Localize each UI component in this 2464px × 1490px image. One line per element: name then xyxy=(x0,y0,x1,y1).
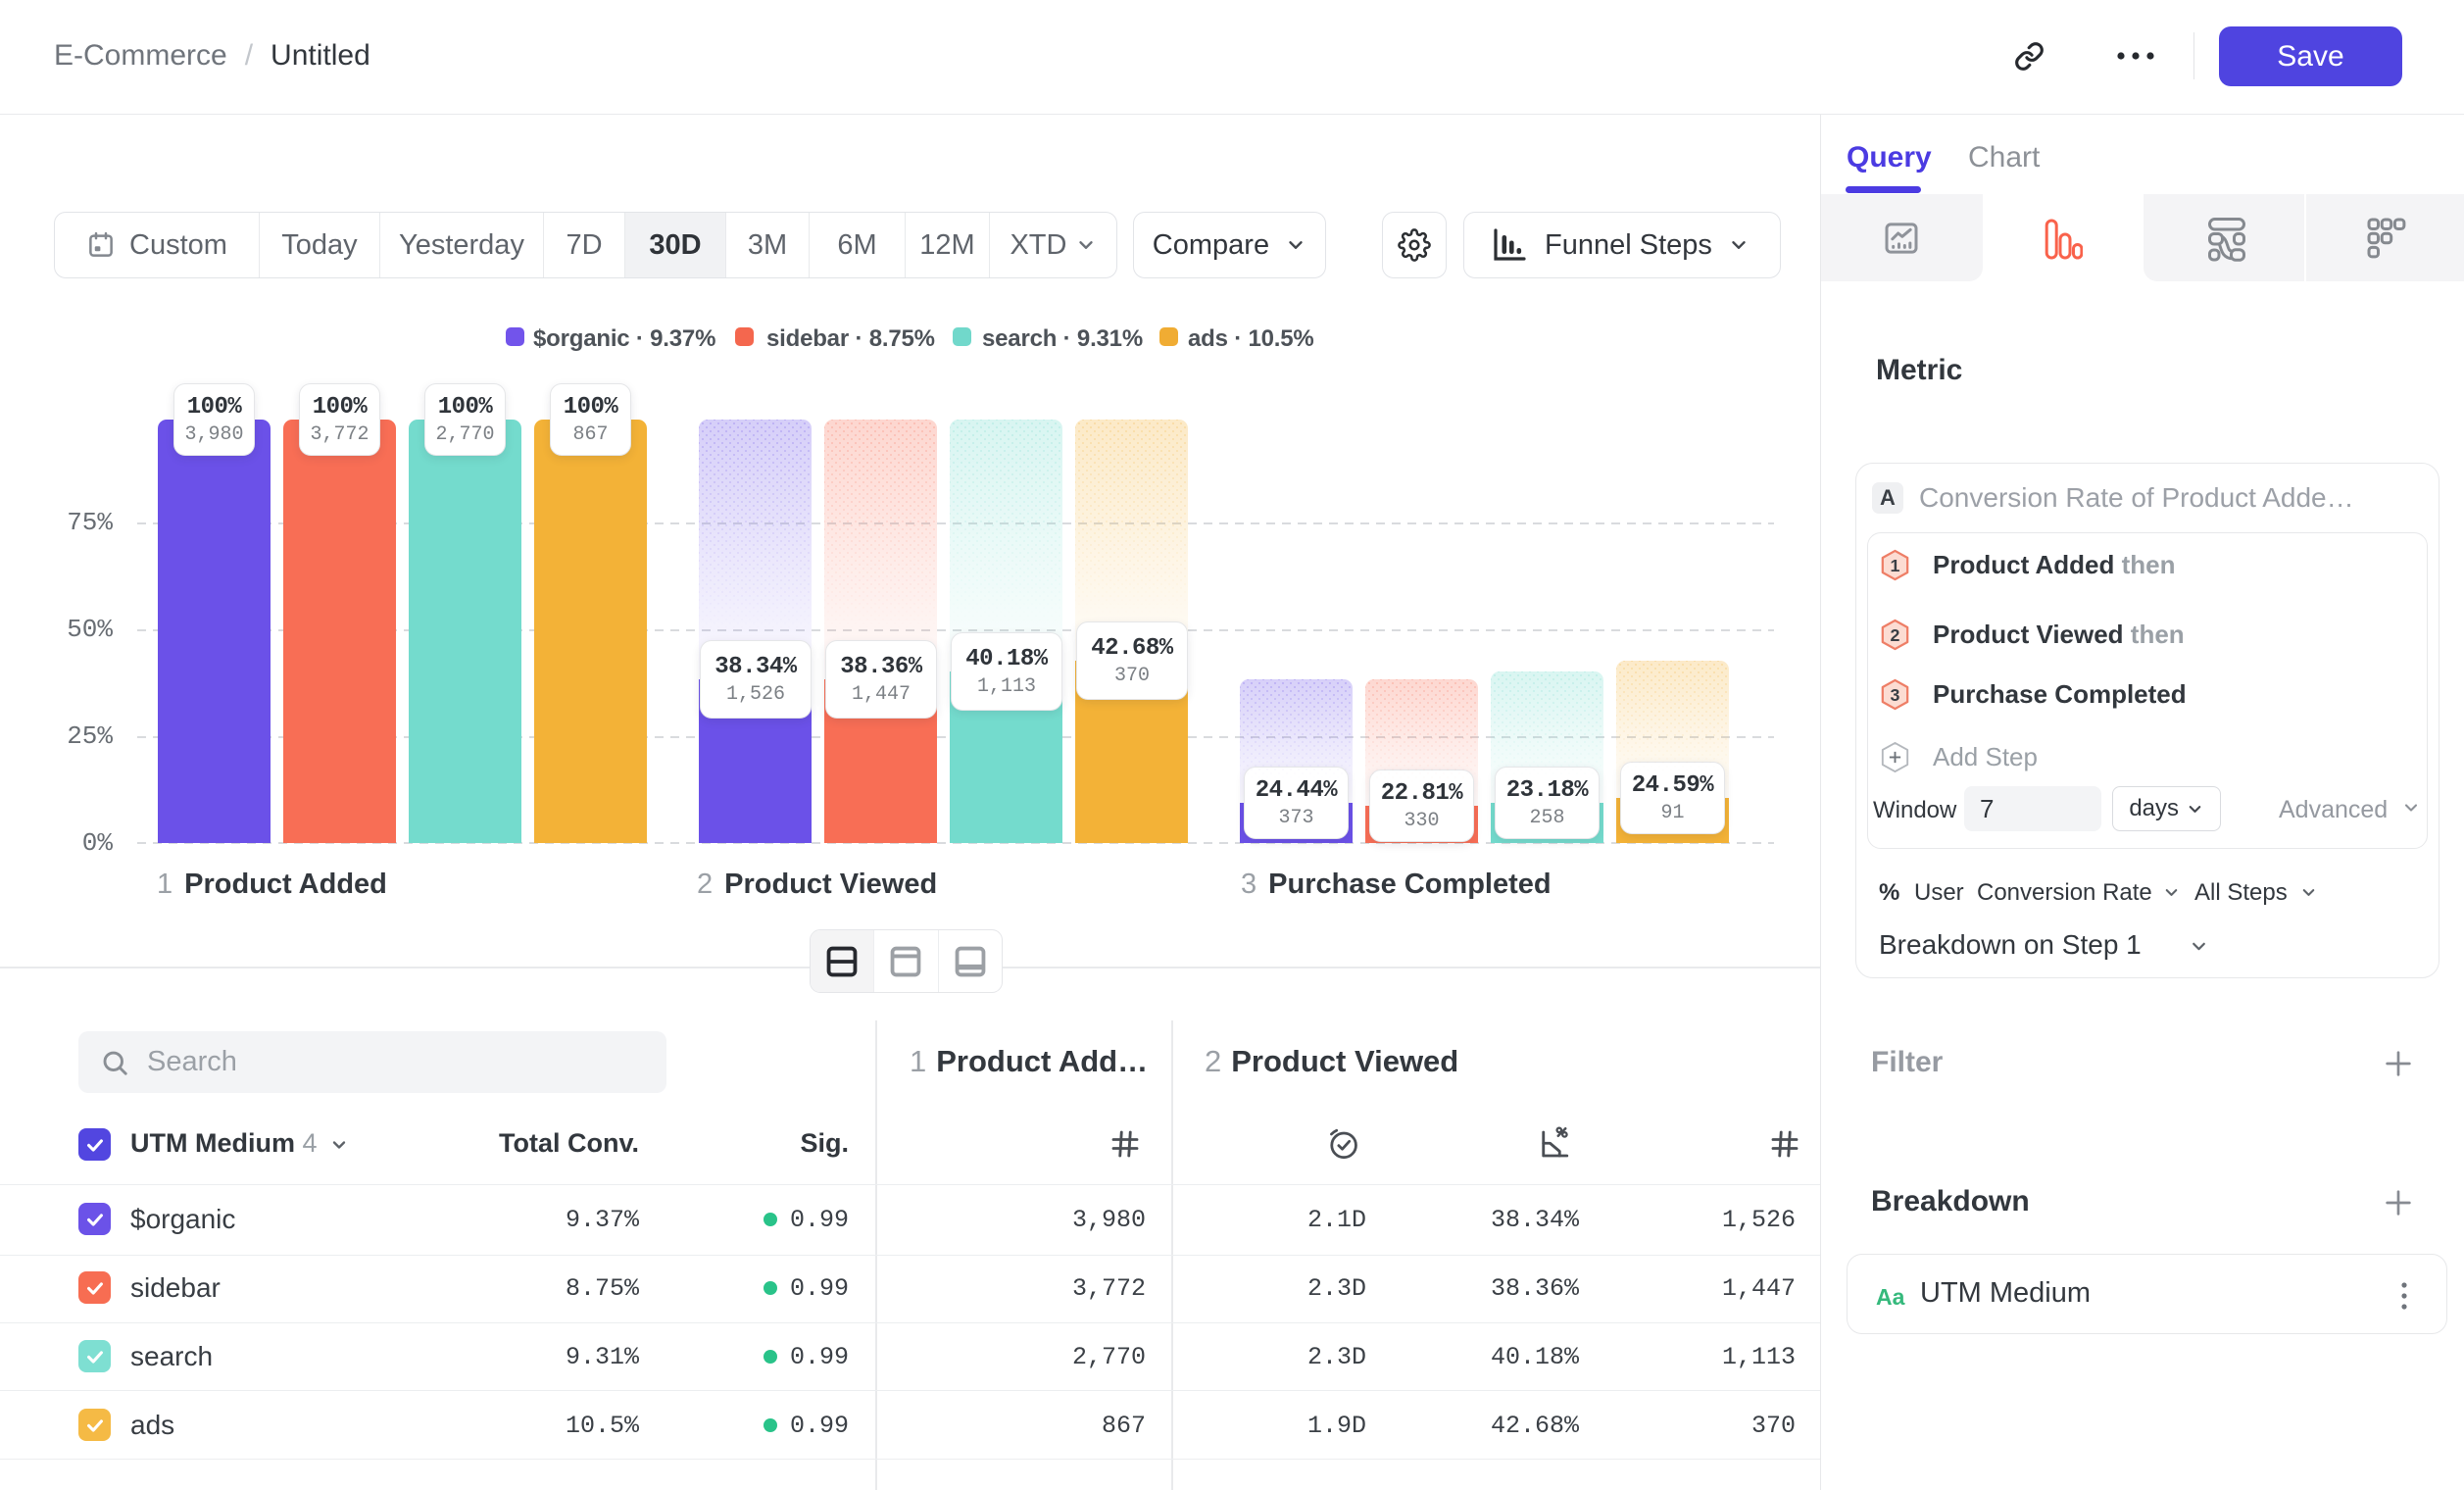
svg-text:2: 2 xyxy=(1891,625,1900,645)
svg-text:1: 1 xyxy=(1891,556,1900,575)
svg-text:3: 3 xyxy=(1891,685,1900,705)
